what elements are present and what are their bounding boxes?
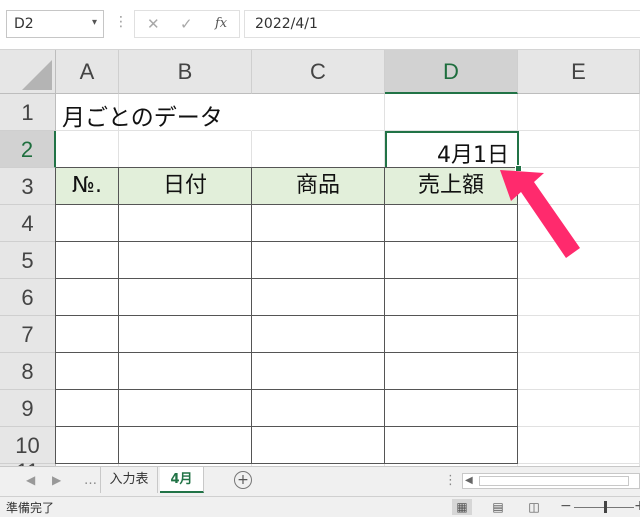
sheet-tab-input[interactable]: 入力表 <box>100 467 158 493</box>
check-icon[interactable]: ✓ <box>180 15 193 33</box>
scroll-tabs-right-icon[interactable]: ▶ <box>52 473 61 487</box>
name-box[interactable]: D2 ▾ <box>6 10 104 38</box>
pink-arrow-icon <box>500 170 580 258</box>
zoom-out-icon[interactable]: − <box>560 498 572 514</box>
horizontal-scrollbar[interactable]: ◀ <box>462 473 640 489</box>
status-bar: 準備完了 ▦ ▤ ◫ − + <box>0 496 640 517</box>
plus-circle-icon[interactable]: + <box>234 471 252 489</box>
more-tabs-icon[interactable]: … <box>84 473 97 488</box>
sheet-tabs-bar: ◀ ▶ … 入力表 4月 + ⋮ ◀ <box>0 466 640 496</box>
spreadsheet-grid: A B C D E 1 2 3 4 5 6 7 8 9 10 11 月ごとのデー… <box>0 50 640 466</box>
grid-icon[interactable]: ▦ <box>452 499 472 515</box>
formula-buttons: ✕ ✓ fx <box>134 10 240 38</box>
close-icon[interactable]: ✕ <box>147 15 160 33</box>
page-icon[interactable]: ▤ <box>488 499 508 515</box>
zoom-slider-thumb[interactable] <box>604 501 607 513</box>
more-options-icon: ⋮ <box>444 473 457 488</box>
scrollbar-thumb[interactable] <box>479 476 629 486</box>
page-break-icon[interactable]: ◫ <box>524 499 544 515</box>
chevron-down-icon[interactable]: ▾ <box>92 17 97 28</box>
status-text: 準備完了 <box>6 501 55 515</box>
insert-function-button[interactable]: fx <box>215 16 227 31</box>
zoom-in-icon[interactable]: + <box>634 498 640 514</box>
formula-bar: D2 ▾ ⋮ ✕ ✓ fx 2022/4/1 <box>0 0 640 50</box>
name-box-value: D2 <box>14 16 34 32</box>
scroll-left-icon[interactable]: ◀ <box>465 475 473 486</box>
formula-input[interactable]: 2022/4/1 <box>244 10 640 38</box>
annotation-arrow <box>500 170 580 258</box>
more-options-icon: ⋮ <box>114 14 128 30</box>
formula-value: 2022/4/1 <box>255 16 318 32</box>
sheet-tab-april[interactable]: 4月 <box>160 467 204 493</box>
scroll-tabs-left-icon[interactable]: ◀ <box>26 473 35 487</box>
